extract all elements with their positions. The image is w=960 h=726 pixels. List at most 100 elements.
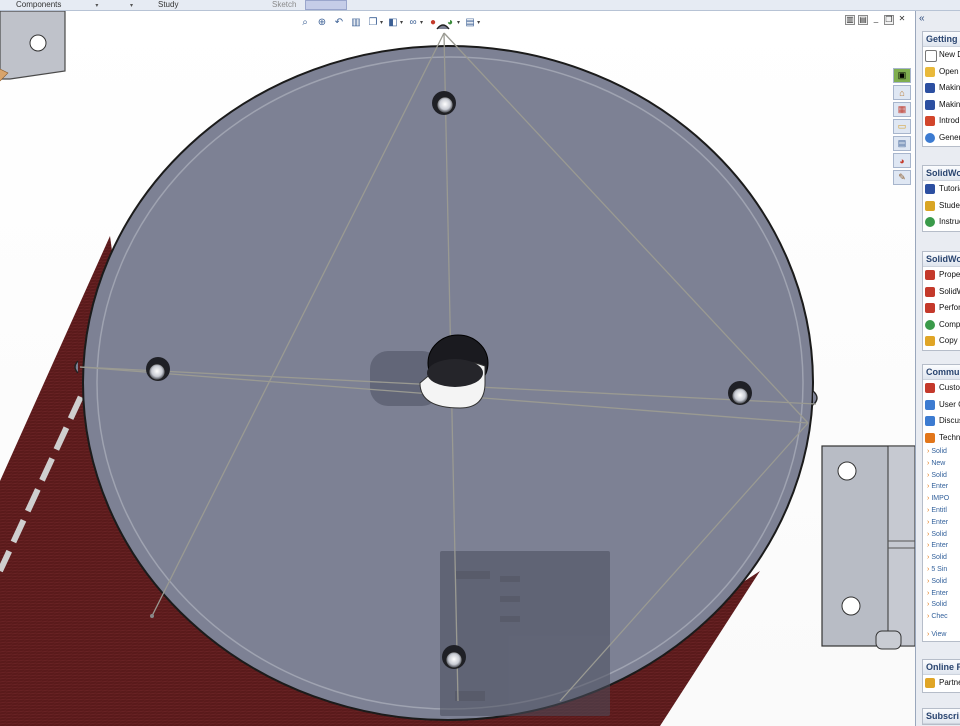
list-item[interactable]: Introdu [923, 113, 960, 130]
view-orientation-icon[interactable]: ❐ [366, 15, 380, 29]
graphics-area[interactable]: ⌕ ⊕ ↶ ▥ ❐ ▾ ◧ ▾ ∞ ▾ ● ◕ ▾ ▤ ▾ ▥ ▤ _ ❐ ✕ ▣ ⌂ ▦… [0, 11, 915, 726]
previous-view-icon[interactable]: ↶ [332, 15, 346, 29]
chevron-down-icon[interactable]: ▾ [420, 19, 423, 26]
appearances-icon[interactable]: ◕ [893, 153, 911, 168]
view-palette-icon[interactable]: ▤ [893, 136, 911, 151]
chevron-right-icon: › [927, 483, 930, 491]
chevron-right-icon: › [927, 459, 930, 467]
display-style-icon[interactable]: ◧ [386, 15, 400, 29]
section-solidworks-tools-2: SolidWo Proper SolidW Perfor Compa Copy [922, 251, 960, 351]
feed-item[interactable]: › New [923, 458, 960, 470]
list-item[interactable]: Copy [923, 333, 960, 350]
feed-item[interactable]: › Enter [923, 517, 960, 529]
list-item[interactable]: Compa [923, 317, 960, 334]
list-item[interactable]: Open [923, 64, 960, 81]
list-item[interactable]: Discus [923, 413, 960, 430]
customer-portal-icon [925, 383, 935, 393]
chevron-right-icon: › [927, 601, 930, 609]
tab-active[interactable] [305, 0, 347, 10]
discussion-icon [925, 416, 935, 426]
close-icon[interactable]: ✕ [897, 15, 907, 25]
dropdown-arrow-icon[interactable]: ▾ [95, 3, 98, 9]
feed-item[interactable]: › Solid [923, 470, 960, 482]
list-item[interactable]: User G [923, 397, 960, 414]
chevron-down-icon[interactable]: ▾ [380, 19, 383, 26]
solidworks-resources-icon[interactable]: ▣ [893, 68, 911, 83]
hide-show-items-icon[interactable]: ∞ [406, 15, 420, 29]
list-item[interactable]: Genera [923, 130, 960, 147]
tab-components[interactable]: Components ▾ [10, 0, 104, 11]
section-title[interactable]: Subscri [923, 709, 960, 724]
chevron-right-icon: › [927, 518, 930, 526]
chevron-right-icon: › [927, 589, 930, 597]
partner-solutions-icon [925, 678, 935, 688]
feed-item[interactable]: › Solid [923, 599, 960, 611]
chevron-right-icon: › [927, 471, 930, 479]
rss-feed-icon [925, 432, 935, 443]
tile-vertical-icon[interactable]: ▤ [858, 15, 868, 25]
feed-item[interactable]: › Chec [923, 611, 960, 623]
chevron-down-icon[interactable]: ▾ [400, 19, 403, 26]
view-settings-icon[interactable]: ▤ [463, 15, 477, 29]
section-solidworks-tools: SolidWo Tutoria Studer Instruc [922, 165, 960, 232]
section-title[interactable]: SolidWo [923, 252, 960, 267]
chevron-down-icon[interactable]: ▾ [477, 19, 480, 26]
tab-study[interactable]: Study [152, 0, 184, 11]
section-title[interactable]: SolidWo [923, 166, 960, 181]
list-item[interactable]: Tutoria [923, 181, 960, 198]
list-item[interactable]: Studer [923, 198, 960, 215]
list-item[interactable]: Making [923, 97, 960, 114]
list-item[interactable]: Custo [923, 380, 960, 397]
feed-item[interactable]: › Entitl [923, 505, 960, 517]
list-item[interactable]: Perfor [923, 300, 960, 317]
heads-up-view-toolbar: ⌕ ⊕ ↶ ▥ ❐ ▾ ◧ ▾ ∞ ▾ ● ◕ ▾ ▤ ▾ [298, 13, 480, 31]
performance-icon [925, 303, 935, 313]
section-title[interactable]: Online F [923, 660, 960, 675]
collapse-panel-icon[interactable]: « [919, 13, 925, 24]
bolt-hole-bottom [442, 645, 466, 669]
list-item[interactable]: Partne [923, 675, 960, 692]
bolt-hole-right [728, 381, 752, 405]
feed-item[interactable]: › Enter [923, 588, 960, 600]
feed-item[interactable]: › Solid [923, 576, 960, 588]
right-bracket [821, 445, 915, 650]
minimize-icon[interactable]: _ [871, 15, 881, 25]
section-title[interactable]: Commu [923, 365, 960, 380]
list-item[interactable]: SolidW [923, 284, 960, 301]
property-tab-icon [925, 270, 935, 280]
chevron-right-icon: › [927, 565, 930, 573]
edit-appearance-icon[interactable]: ● [426, 15, 440, 29]
view-all-link[interactable]: › View [923, 629, 960, 641]
feed-item[interactable]: › IMPO [923, 493, 960, 505]
list-item[interactable]: New D [923, 47, 960, 64]
feed-item[interactable]: › 5 Sin [923, 564, 960, 576]
feed-item[interactable]: › Enter [923, 540, 960, 552]
chevron-right-icon: › [927, 613, 930, 621]
section-view-icon[interactable]: ▥ [349, 15, 363, 29]
apply-scene-icon[interactable]: ◕ [443, 15, 457, 29]
tab-sketch[interactable]: Sketch [266, 0, 302, 11]
tab-unlabeled[interactable]: ▾ [118, 0, 139, 11]
feed-item[interactable]: › Solid [923, 446, 960, 458]
list-item[interactable]: Instruc [923, 214, 960, 231]
list-item[interactable]: Proper [923, 267, 960, 284]
feed-item[interactable]: › Solid [923, 529, 960, 541]
section-online-resources: Online F Partne [922, 659, 960, 693]
chevron-down-icon[interactable]: ▾ [457, 19, 460, 26]
zoom-to-fit-icon[interactable]: ⌕ [298, 15, 312, 29]
custom-properties-icon[interactable]: ✎ [893, 170, 911, 185]
tile-horizontal-icon[interactable]: ▥ [845, 15, 855, 25]
search-icon[interactable]: ▭ [893, 119, 911, 134]
file-explorer-icon[interactable]: ▦ [893, 102, 911, 117]
list-item[interactable]: Making [923, 80, 960, 97]
design-library-icon[interactable]: ⌂ [893, 85, 911, 100]
tutorial-cap-icon [925, 99, 935, 110]
list-item[interactable]: Techn [923, 430, 960, 447]
zoom-to-area-icon[interactable]: ⊕ [315, 15, 329, 29]
chevron-right-icon: › [927, 542, 930, 550]
dropdown-arrow-icon[interactable]: ▾ [130, 3, 133, 9]
feed-item[interactable]: › Solid [923, 552, 960, 564]
section-title[interactable]: Getting [923, 32, 960, 47]
feed-item[interactable]: › Enter [923, 481, 960, 493]
restore-icon[interactable]: ❐ [884, 15, 894, 25]
